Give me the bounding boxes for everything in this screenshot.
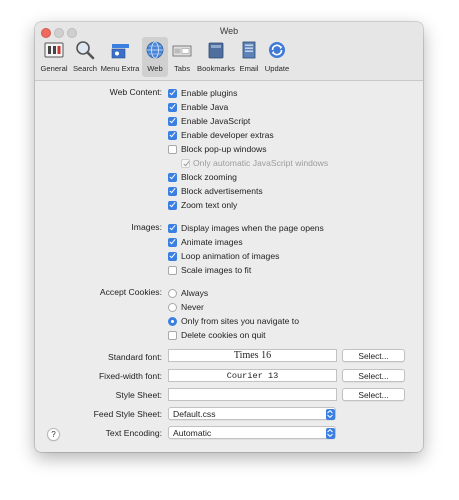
checkbox-control[interactable] [168,265,177,275]
style-sheet-field[interactable] [168,388,337,401]
window-title: Web [219,26,239,36]
toolbar-menu-extra[interactable]: Menu Extra [99,37,141,77]
feed-style-sheet-label: Feed Style Sheet: [93,409,162,419]
toolbar-label: Search [72,64,98,73]
checkbox-control[interactable] [168,186,177,196]
checkbox-control[interactable] [168,116,177,126]
checkbox-control[interactable] [168,237,177,247]
checkbox-control[interactable] [168,130,177,140]
select-fixed-width-font-button[interactable]: Select... [342,369,405,382]
feed-style-sheet-value: Default.css [173,409,216,419]
checkbox-control [181,158,190,168]
toolbar-update[interactable]: Update [261,37,293,77]
checkbox-control[interactable] [168,102,177,112]
text-encoding-popup[interactable]: Automatic [168,426,336,439]
general-icon [44,42,64,58]
images-label: Images: [131,222,162,232]
email-icon [242,41,256,59]
checkbox-control[interactable] [168,144,177,154]
radio-control[interactable] [168,316,177,326]
text-encoding-value: Automatic [173,428,212,438]
fixed-width-font-label: Fixed-width font: [98,371,162,381]
toolbar-web[interactable]: Web [142,37,168,77]
checkbox-control[interactable] [168,200,177,210]
title-bar: Web General Search Menu Extra Web Tabs B… [35,22,423,81]
select-style-sheet-button[interactable]: Select... [342,388,405,401]
toolbar-tabs[interactable]: Tabs [169,37,195,77]
style-sheet-label: Style Sheet: [115,390,162,400]
updown-arrow-icon [325,408,335,420]
toolbar-general[interactable]: General [37,37,71,77]
feed-style-sheet-popup[interactable]: Default.css [168,407,336,420]
toolbar-label: Tabs [173,64,191,73]
globe-icon [146,41,164,59]
checkbox-control[interactable] [168,172,177,182]
checkbox-control[interactable] [168,251,177,261]
menu-extra-icon [111,44,129,59]
toolbar-label: Update [264,64,290,73]
checkbox-control[interactable] [168,88,177,98]
toolbar-email[interactable]: Email [237,37,261,77]
help-button[interactable]: ? [47,428,60,441]
toolbar-bookmarks[interactable]: Bookmarks [195,37,237,77]
web-content-label: Web Content: [109,87,162,97]
toolbar-search[interactable]: Search [71,37,99,77]
radio-control[interactable] [168,302,177,312]
toolbar-label: General [40,64,68,73]
updown-arrow-icon [325,427,335,439]
checkbox-control[interactable] [168,223,177,233]
checkbox-control[interactable] [168,330,177,340]
radio-control[interactable] [168,288,177,298]
toolbar-label: Web [147,64,163,73]
text-encoding-label: Text Encoding: [105,428,162,438]
tabs-icon [172,45,192,57]
standard-font-field: Times 16 [168,349,337,362]
magnifier-icon [76,41,95,60]
update-icon [269,42,285,58]
preferences-window: Web General Search Menu Extra Web Tabs B… [35,22,423,452]
toolbar-label: Email [239,64,259,73]
bookmarks-icon [208,42,224,59]
standard-font-label: Standard font: [108,352,162,362]
toolbar-label: Bookmarks [197,64,235,73]
select-standard-font-button[interactable]: Select... [342,349,405,362]
fixed-width-font-field: Courier 13 [168,369,337,382]
accept-cookies-label: Accept Cookies: [99,287,162,297]
toolbar-label: Menu Extra [100,64,140,73]
